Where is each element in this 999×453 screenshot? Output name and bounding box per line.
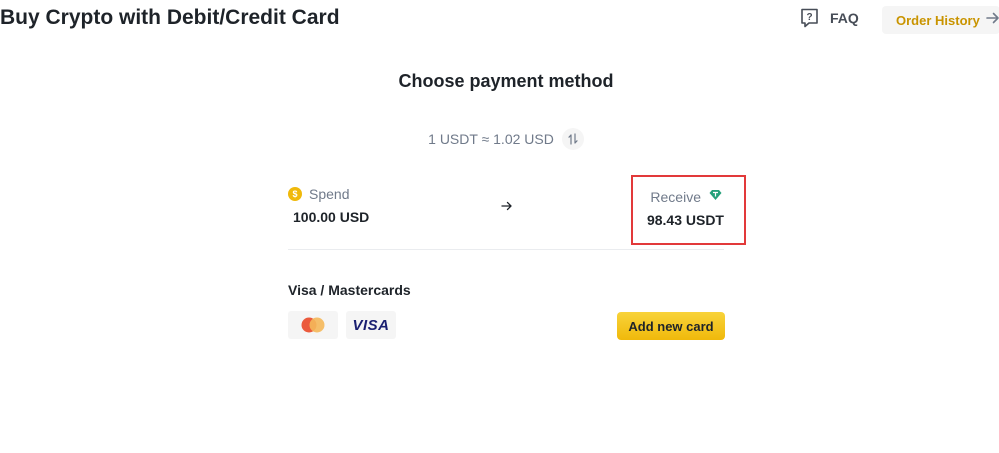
swap-vertical-icon[interactable] xyxy=(561,128,584,150)
arrow-right-icon xyxy=(498,197,516,215)
mastercard-logo-icon xyxy=(288,311,338,339)
add-new-card-button[interactable]: Add new card xyxy=(617,312,725,340)
spend-label: Spend xyxy=(309,186,350,202)
svg-text:?: ? xyxy=(806,12,812,23)
dollar-coin-icon: $ xyxy=(288,187,302,201)
visa-logo: VISA xyxy=(346,311,396,339)
faq-label: FAQ xyxy=(830,10,859,26)
tether-diamond-icon xyxy=(709,188,722,206)
cards-section-title: Visa / Mastercards xyxy=(288,282,411,298)
visa-logo-text: VISA xyxy=(352,316,390,334)
spend-section: $ Spend 100.00 USD xyxy=(288,186,369,225)
order-history-label: Order History xyxy=(896,12,980,28)
arrow-right-icon xyxy=(986,11,999,29)
divider xyxy=(288,249,724,250)
spend-amount: 100.00 USD xyxy=(293,209,370,225)
question-doc-icon: ? xyxy=(800,8,819,28)
receive-section: Receive 98.43 USDT xyxy=(631,175,746,245)
section-title: Choose payment method xyxy=(398,71,614,91)
receive-label: Receive xyxy=(650,189,701,205)
faq-link[interactable]: ? FAQ xyxy=(800,8,859,28)
order-history-button[interactable]: Order History xyxy=(882,6,999,34)
exchange-rate: 1 USDT ≈ 1.02 USD xyxy=(0,128,999,150)
page-title: Buy Crypto with Debit/Credit Card xyxy=(0,6,340,29)
receive-amount: 98.43 USDT xyxy=(646,212,724,228)
exchange-rate-text: 1 USDT ≈ 1.02 USD xyxy=(428,131,554,147)
